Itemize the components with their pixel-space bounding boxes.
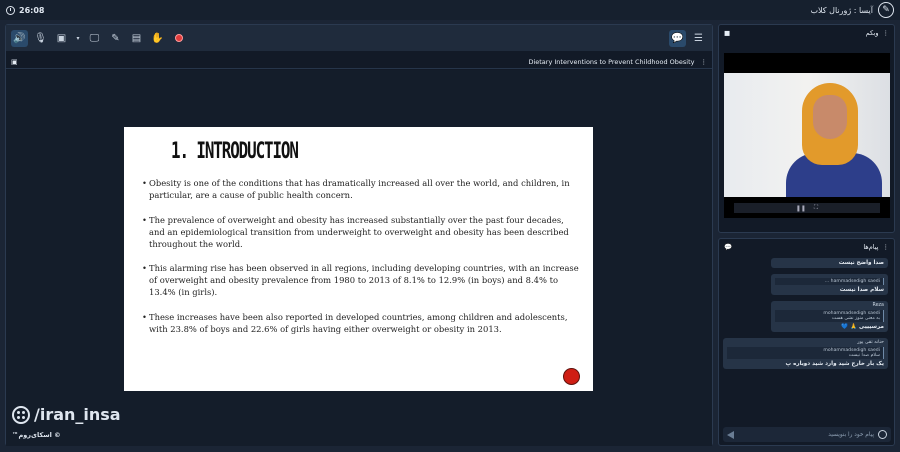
slide-stage: 1. INTRODUCTION Obesity is one of the co… (6, 70, 712, 446)
hand-icon: ✋ (151, 32, 164, 44)
message-text: سلام صدا نیست (839, 287, 884, 293)
message-sender: حنانه تقی پور (857, 340, 884, 345)
files-button[interactable]: ▤ (128, 30, 145, 47)
document-icon: ▣ (11, 57, 18, 66)
message-quote: hammadsedigh saedi ... (775, 278, 884, 285)
clock-icon (6, 5, 15, 15)
emoji-icon[interactable] (878, 430, 887, 439)
session-time: 26:08 (19, 5, 45, 15)
toolbar: 🔊 🎙 ▣ ▾ 🖵 ✎ ▤ ✋ 💬 ☰ (6, 25, 712, 51)
watermark-text: /iran_insa (34, 405, 121, 424)
chat-message: صدا واضح نیست (771, 258, 888, 268)
presentation-title: Dietary Interventions to Prevent Childho… (528, 57, 695, 66)
menu-button[interactable]: ☰ (690, 30, 707, 47)
webcam-icon: ■ (724, 29, 731, 37)
menu-icon: ☰ (694, 32, 703, 44)
watermark: /iran_insa (12, 405, 121, 424)
presentation-panel: 🔊 🎙 ▣ ▾ 🖵 ✎ ▤ ✋ 💬 ☰ ▣ Dietary Interventi… (5, 24, 713, 446)
chat-header: 💬 پیام‌ها ⋮ (719, 239, 894, 255)
slide-bullet: Obesity is one of the conditions that ha… (142, 177, 582, 201)
slide-bullets: Obesity is one of the conditions that ha… (142, 177, 582, 347)
chat-header-icon: 💬 (724, 243, 733, 251)
slide-bullet: This alarming rise has been observed in … (142, 262, 582, 298)
top-bar: 26:08 ✎ آیسا : ژورنال کلاب (0, 0, 900, 20)
presenter-image (786, 73, 882, 197)
camera-off-icon: ▣ (56, 32, 67, 44)
video-controls: ❚❚ ⛶ (734, 203, 880, 213)
webcam-title: وبکم (865, 29, 879, 37)
fullscreen-icon[interactable]: ⛶ (814, 204, 818, 212)
webcam-panel: ■ وبکم ⋮ ❚❚ ⛶ (718, 24, 895, 233)
raise-hand-button[interactable]: ✋ (149, 30, 166, 47)
screen-share-icon: 🖵 (89, 32, 100, 44)
camera-options[interactable]: ▾ (74, 30, 82, 47)
chat-input-placeholder: پیام خود را بنویسید (828, 431, 874, 438)
slide-bullet: The prevalence of overweight and obesity… (142, 214, 582, 250)
camera-toggle[interactable]: ▣ (53, 30, 70, 47)
brand-label: ™اسکای‌روم © (12, 431, 61, 439)
record-icon (174, 34, 183, 42)
screen-share-button[interactable]: 🖵 (86, 30, 103, 47)
chevron-down-icon: ▾ (76, 34, 80, 42)
mic-toggle[interactable]: 🎙 (32, 30, 49, 47)
message-sender: Reza (872, 303, 884, 308)
chat-messages[interactable]: صدا واضح نیست hammadsedigh saedi ... سلا… (721, 255, 893, 423)
chat-toggle[interactable]: 💬 (669, 29, 686, 47)
quote-text: سلام صدا نیست (848, 353, 880, 358)
session-timer: 26:08 (6, 5, 45, 15)
film-reel-icon (12, 405, 30, 424)
record-button[interactable] (170, 30, 187, 47)
video-frame (724, 73, 890, 197)
presentation-header: ▣ Dietary Interventions to Prevent Child… (6, 55, 712, 69)
chat-message: Reza mohammadsedigh saedi به معنی متوز ن… (771, 301, 888, 332)
presenter-face (813, 95, 847, 139)
message-text: صدا واضح نیست (838, 260, 884, 266)
message-quote: mohammadsedigh saedi سلام صدا نیست (727, 347, 884, 359)
speaker-icon: 🔊 (13, 32, 26, 44)
send-icon[interactable] (727, 430, 734, 439)
app-branding: ✎ آیسا : ژورنال کلاب (810, 2, 894, 18)
webcam-video[interactable]: ❚❚ ⛶ (724, 53, 890, 218)
mic-off-icon: 🎙 (34, 32, 47, 44)
chat-input[interactable]: پیام خود را بنویسید (723, 427, 891, 442)
webcam-more-icon[interactable]: ⋮ (883, 29, 890, 37)
folder-icon: ▤ (131, 32, 142, 44)
slide-bullet: These increases have been also reported … (142, 311, 582, 335)
chat-icon: 💬 (671, 32, 684, 44)
more-options-icon[interactable]: ⋮ (701, 58, 708, 66)
webcam-header: ■ وبکم ⋮ (719, 25, 894, 41)
message-text: مرسیییی 🙏 💙 (841, 324, 884, 330)
pause-icon[interactable]: ❚❚ (796, 205, 806, 212)
chat-title: پیام‌ها (863, 243, 879, 251)
chat-more-icon[interactable]: ⋮ (883, 243, 890, 251)
message-text: یک بار خارج شید وارد شید دوباره پ (785, 361, 884, 367)
quote-text: به معنی متوز نشی هست (831, 316, 880, 321)
chat-message: حنانه تقی پور mohammadsedigh saedi سلام … (723, 338, 888, 369)
slide-heading: 1. INTRODUCTION (171, 139, 299, 164)
chat-message: hammadsedigh saedi ... سلام صدا نیست (771, 274, 888, 295)
pen-icon: ✎ (111, 32, 120, 44)
message-quote: mohammadsedigh saedi به معنی متوز نشی هس… (775, 310, 884, 322)
whiteboard-button[interactable]: ✎ (107, 30, 124, 47)
slide-record-mark (563, 368, 580, 385)
app-logo-icon: ✎ (878, 2, 894, 18)
slide: 1. INTRODUCTION Obesity is one of the co… (124, 127, 593, 391)
speaker-toggle[interactable]: 🔊 (11, 29, 28, 47)
chat-panel: 💬 پیام‌ها ⋮ صدا واضح نیست hammadsedigh s… (718, 238, 895, 446)
app-title: آیسا : ژورنال کلاب (810, 5, 873, 15)
